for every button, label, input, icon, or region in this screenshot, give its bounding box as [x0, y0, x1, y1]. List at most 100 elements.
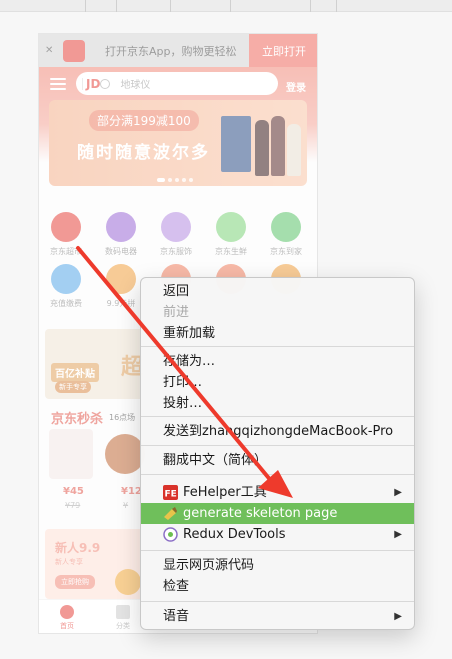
menu-item-print[interactable]: 打印…	[141, 372, 414, 393]
product-image[interactable]	[49, 429, 93, 479]
strip-divider	[230, 0, 231, 12]
tab-category[interactable]: 分类	[103, 605, 143, 631]
strip-divider	[310, 0, 311, 12]
menu-separator	[141, 601, 414, 602]
category-icon	[51, 212, 81, 242]
menu-item-label: Redux DevTools	[183, 527, 286, 542]
menu-icon[interactable]	[50, 78, 66, 91]
app-download-bar: ✕ 打开京东App，购物更轻松 立即打开	[39, 34, 317, 67]
context-menu: 返回 前进 重新加载 存储为… 打印… 投射… 发送到zhangqizhongd…	[140, 277, 415, 630]
product-price: ¥12	[121, 486, 142, 497]
category-icon	[106, 264, 136, 294]
category-item[interactable]: 充值缴费	[41, 264, 91, 309]
category-label: 9.9元拼	[106, 299, 136, 308]
menu-item-label: 语音	[163, 609, 190, 624]
fruit-image	[115, 569, 141, 595]
close-icon[interactable]: ✕	[45, 45, 57, 57]
category-label: 充值缴费	[50, 299, 82, 308]
menu-separator	[141, 474, 414, 475]
tab-label: 分类	[116, 622, 130, 630]
category-icon	[106, 212, 136, 242]
redux-icon	[163, 527, 178, 542]
seckill-session: 16点场	[109, 413, 136, 422]
browser-top-strip	[0, 0, 452, 12]
home-icon	[60, 605, 74, 619]
menu-item-send-to-device[interactable]: 发送到zhangqizhongdeMacBook-Pro	[141, 421, 414, 442]
product-old-price: ¥79	[65, 501, 81, 510]
svg-text:FE: FE	[165, 490, 177, 500]
category-item[interactable]: 京东生鲜	[206, 212, 256, 257]
newcomer-button[interactable]: 立即抢购	[55, 575, 95, 589]
product-price: ¥45	[63, 486, 84, 497]
newcomer-sub: 新人专享	[55, 558, 83, 566]
open-app-button[interactable]: 立即打开	[249, 34, 317, 67]
carousel-dots	[157, 178, 193, 182]
menu-separator	[141, 445, 414, 446]
product-old-price: ¥	[123, 501, 129, 510]
strip-divider	[116, 0, 117, 12]
category-item[interactable]: 京东服饰	[151, 212, 201, 257]
category-item[interactable]: 9.9元拼	[96, 264, 146, 309]
subsidy-sub: 新手专享	[55, 381, 91, 393]
menu-item-cast[interactable]: 投射…	[141, 393, 414, 414]
skeleton-icon	[163, 506, 178, 521]
app-banner-message: 打开京东App，购物更轻松	[105, 44, 237, 58]
banner-tagline: 部分满199减100	[89, 110, 199, 131]
strip-divider	[336, 0, 337, 12]
seckill-title: 京东秒杀	[51, 412, 104, 427]
menu-separator	[141, 416, 414, 417]
strip-divider	[85, 0, 86, 12]
wine-bottle-image	[255, 120, 269, 176]
menu-item-save-as[interactable]: 存储为…	[141, 351, 414, 372]
menu-item-inspect[interactable]: 检查	[141, 576, 414, 597]
menu-separator	[141, 550, 414, 551]
category-item[interactable]: 京东到家	[261, 212, 311, 257]
menu-item-generate-skeleton[interactable]: generate skeleton page	[141, 503, 414, 524]
category-item[interactable]: 数码电器	[96, 212, 146, 257]
category-label: 京东到家	[270, 247, 302, 256]
subsidy-badge: 百亿补贴	[51, 363, 99, 382]
category-label: 数码电器	[105, 247, 137, 256]
newcomer-title: 新人9.9	[55, 541, 101, 555]
menu-item-label: generate skeleton page	[183, 506, 338, 521]
jd-app-logo	[63, 39, 85, 62]
menu-item-forward: 前进	[163, 305, 190, 320]
menu-item-fehelper[interactable]: FE FeHelper工具 ▶	[141, 482, 414, 503]
category-icon	[216, 212, 246, 242]
search-divider	[82, 77, 83, 90]
category-icon	[116, 605, 130, 619]
promo-banner[interactable]: 部分满199减100 随时随意波尔多	[49, 100, 307, 186]
banner-headline: 随时随意波尔多	[77, 143, 210, 163]
category-item[interactable]: 京东超市	[41, 212, 91, 257]
fehelper-icon: FE	[163, 485, 178, 500]
wine-bottle-image	[271, 116, 285, 176]
category-icon	[161, 212, 191, 242]
menu-item-reload[interactable]: 重新加载	[141, 323, 414, 344]
search-placeholder: 地球仪	[120, 80, 151, 91]
wine-box-image	[221, 116, 251, 172]
category-label: 京东生鲜	[215, 247, 247, 256]
product-image[interactable]	[105, 434, 145, 474]
login-link[interactable]: 登录	[286, 79, 306, 94]
category-label: 京东服饰	[160, 247, 192, 256]
menu-item-back[interactable]: 返回	[141, 281, 414, 302]
tab-label: 首页	[60, 622, 74, 630]
menu-item-redux-devtools[interactable]: Redux DevTools ▶	[141, 524, 414, 545]
search-bar[interactable]: JD 地球仪	[76, 72, 278, 95]
menu-separator	[141, 346, 414, 347]
tab-home[interactable]: 首页	[47, 605, 87, 631]
submenu-arrow-icon: ▶	[394, 487, 402, 498]
menu-item-speech[interactable]: 语音 ▶	[141, 606, 414, 627]
submenu-arrow-icon: ▶	[394, 529, 402, 540]
strip-divider	[170, 0, 171, 12]
category-label: 京东超市	[50, 247, 82, 256]
submenu-arrow-icon: ▶	[394, 611, 402, 622]
menu-item-translate[interactable]: 翻成中文（简体）	[141, 450, 414, 471]
menu-item-view-source[interactable]: 显示网页源代码	[141, 555, 414, 576]
category-icon	[51, 264, 81, 294]
search-icon	[100, 78, 111, 89]
menu-item-label: FeHelper工具	[183, 485, 267, 500]
category-icon	[271, 212, 301, 242]
jd-logo: JD	[86, 76, 101, 91]
wine-bottle-image	[287, 124, 301, 176]
